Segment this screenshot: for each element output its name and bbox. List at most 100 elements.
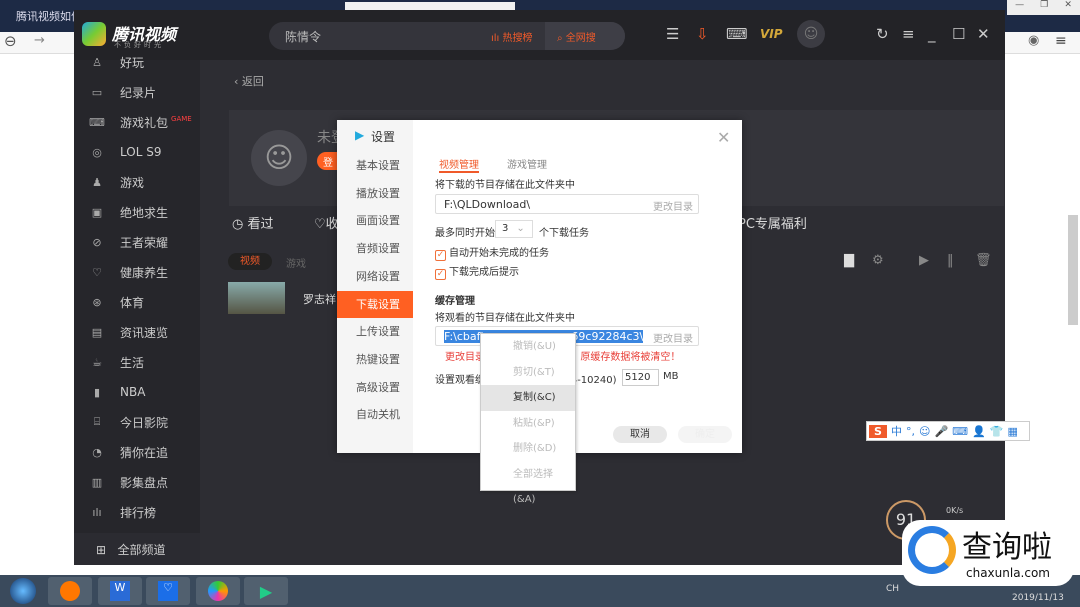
sidebar-item[interactable]: ▤ 资讯速览 bbox=[74, 317, 200, 347]
context-menu-item[interactable]: 删除(&D) bbox=[481, 436, 575, 462]
sidebar-item[interactable]: ▭ 纪录片 bbox=[74, 77, 200, 107]
search-all-button[interactable]: ⌕ 全网搜 bbox=[545, 22, 625, 50]
context-menu-item[interactable]: 复制(&C) bbox=[481, 385, 575, 411]
profile-icon[interactable]: ◉ bbox=[1028, 33, 1039, 48]
watermark-name: 查询啦 bbox=[962, 530, 1052, 565]
download-icon[interactable]: ⇩ bbox=[696, 25, 709, 43]
firefox-icon[interactable] bbox=[48, 577, 92, 605]
restore-button[interactable]: ❐ bbox=[1040, 0, 1048, 15]
user-icon[interactable]: 👤 bbox=[972, 425, 986, 438]
sogou-logo-icon[interactable]: S bbox=[869, 424, 887, 438]
settings-nav-item[interactable]: 音频设置 bbox=[337, 235, 413, 262]
settings-nav-item[interactable]: 基本设置 bbox=[337, 152, 413, 179]
max-tasks-select[interactable]: 3 ⌄ bbox=[495, 220, 533, 238]
tab-game-management[interactable]: 游戏管理 bbox=[507, 156, 547, 171]
close-icon[interactable]: ✕ bbox=[977, 25, 990, 43]
back-link[interactable]: ‹ 返回 bbox=[234, 73, 264, 89]
minimize-button[interactable]: — bbox=[1015, 0, 1024, 15]
wps-icon[interactable]: W bbox=[98, 577, 142, 605]
scrollbar[interactable] bbox=[1068, 215, 1078, 325]
sidebar-item[interactable]: ▥ 影集盘点 bbox=[74, 467, 200, 497]
video-thumbnail[interactable] bbox=[228, 282, 285, 314]
refresh-icon[interactable]: ↻ bbox=[876, 25, 889, 43]
keyboard-icon[interactable]: ⌨ bbox=[952, 425, 968, 438]
sidebar-item[interactable]: ılı 排行榜 bbox=[74, 497, 200, 527]
avatar[interactable]: ☺ bbox=[797, 20, 825, 48]
settings-nav-item[interactable]: 自动关机 bbox=[337, 401, 413, 428]
lol-icon: ◎ bbox=[92, 145, 102, 159]
start-button[interactable] bbox=[10, 578, 36, 604]
ime-punct-button[interactable]: °, bbox=[906, 425, 915, 438]
favorites-tab[interactable]: ♡收 bbox=[314, 213, 339, 232]
close-button[interactable]: ✕ bbox=[1064, 0, 1072, 15]
change-dir-button[interactable]: 更改目录 bbox=[653, 198, 693, 213]
ok-button[interactable]: 确定 bbox=[678, 426, 732, 443]
sidebar-item[interactable]: ⌸ 今日影院 bbox=[74, 407, 200, 437]
sidebar-item[interactable]: ♟ 游戏 bbox=[74, 167, 200, 197]
history-tab[interactable]: ◷ 看过 bbox=[232, 213, 274, 232]
sidebar-item[interactable]: ⊛ 体育 bbox=[74, 287, 200, 317]
play-icon[interactable]: ▶ bbox=[919, 253, 929, 268]
cancel-button[interactable]: 取消 bbox=[613, 426, 667, 443]
settings-nav-item[interactable]: 下载设置 bbox=[337, 290, 413, 318]
tencent-pc-manager-icon[interactable]: ♡ bbox=[146, 577, 190, 605]
tab-video-management[interactable]: 视频管理 bbox=[439, 156, 479, 173]
forward-icon[interactable]: → bbox=[34, 33, 45, 48]
settings-nav-item[interactable]: 高级设置 bbox=[337, 374, 413, 401]
back-icon[interactable]: ⊖ bbox=[4, 32, 17, 50]
menu-icon[interactable]: ≡ bbox=[1055, 33, 1067, 49]
context-menu-item[interactable]: 剪切(&T) bbox=[481, 360, 575, 386]
tab-game[interactable]: 游戏 bbox=[286, 255, 306, 270]
minimize-icon[interactable]: _ bbox=[928, 25, 936, 43]
magnifier-logo-icon bbox=[908, 526, 956, 574]
gamepad-icon: ⌨ bbox=[89, 115, 105, 129]
language-indicator[interactable]: CH bbox=[886, 584, 899, 594]
sidebar-item[interactable]: ▣ 绝地求生 bbox=[74, 197, 200, 227]
close-icon[interactable]: ✕ bbox=[717, 128, 730, 147]
menu-icon[interactable]: ≡ bbox=[902, 25, 915, 43]
clock-date[interactable]: 2019/11/13 bbox=[1012, 593, 1064, 603]
ime-mode-button[interactable]: 中 bbox=[891, 423, 902, 439]
tab-video[interactable]: 视频 bbox=[228, 253, 272, 270]
settings-nav-item[interactable]: 上传设置 bbox=[337, 318, 413, 345]
change-dir-button[interactable]: 更改目录 bbox=[653, 330, 693, 345]
context-menu-item[interactable]: 粘贴(&P) bbox=[481, 411, 575, 437]
sidebar-item[interactable]: ♡ 健康养生 bbox=[74, 257, 200, 287]
download-dir-input[interactable]: F:\QLDownload\ 更改目录 bbox=[435, 194, 699, 214]
maximize-icon[interactable]: ☐ bbox=[952, 25, 965, 43]
all-channels-button[interactable]: ⊞ 全部频道 bbox=[74, 533, 200, 565]
cache-size-input[interactable]: 5120 bbox=[622, 369, 659, 386]
vip-badge[interactable]: VIP bbox=[760, 27, 783, 41]
sidebar-item[interactable]: ♙ 好玩 bbox=[74, 47, 200, 77]
skin-icon[interactable]: 👕 bbox=[990, 425, 1004, 438]
context-menu-item[interactable]: 全部选择(&A) bbox=[481, 462, 575, 506]
toolbox-icon[interactable]: ▦ bbox=[1007, 425, 1017, 438]
sidebar-item[interactable]: ◎ LOL S9 bbox=[74, 137, 200, 167]
hot-search-button[interactable]: ılı 热搜榜 bbox=[491, 29, 533, 44]
settings-nav-item[interactable]: 画面设置 bbox=[337, 207, 413, 234]
microphone-icon[interactable]: 🎤 bbox=[934, 425, 948, 438]
settings-nav-item[interactable]: 热键设置 bbox=[337, 346, 413, 373]
history-icon[interactable]: ☰ bbox=[666, 25, 679, 43]
game-icon[interactable]: ⌨ bbox=[726, 25, 748, 43]
auto-start-checkbox[interactable]: ✓ 自动开始未完成的任务 bbox=[435, 244, 549, 261]
sidebar-item[interactable]: ⊘ 王者荣耀 bbox=[74, 227, 200, 257]
sidebar-item[interactable]: ◔ 猜你在追 bbox=[74, 437, 200, 467]
context-menu-item[interactable]: 撤销(&U) bbox=[481, 334, 575, 360]
colorful-app-icon[interactable] bbox=[196, 577, 240, 605]
settings-icon[interactable]: ⚙ bbox=[872, 253, 884, 268]
sidebar-item[interactable]: ☕ 生活 bbox=[74, 347, 200, 377]
folder-icon[interactable]: ▇ bbox=[844, 253, 854, 268]
notify-checkbox[interactable]: ✓ 下载完成后提示 bbox=[435, 263, 519, 280]
tencent-video-taskbar-icon[interactable]: ▶ bbox=[244, 577, 288, 605]
download-item-title[interactable]: 罗志祥 bbox=[303, 291, 336, 307]
search-input[interactable]: 陈情令 ılı 热搜榜 ⌕ 全网搜 bbox=[269, 22, 625, 50]
settings-nav-item[interactable]: 网络设置 bbox=[337, 263, 413, 290]
settings-nav-item[interactable]: 播放设置 bbox=[337, 180, 413, 207]
sidebar-item[interactable]: ⌨ 游戏礼包 GAME bbox=[74, 107, 200, 137]
sidebar-item[interactable]: ▮ NBA bbox=[74, 377, 200, 407]
pc-benefit-tab[interactable]: PC专属福利 bbox=[738, 213, 807, 232]
pause-icon[interactable]: ‖ bbox=[947, 253, 954, 268]
trash-icon[interactable]: 🗑 bbox=[975, 253, 992, 268]
emoji-icon[interactable]: ☺ bbox=[919, 425, 930, 438]
